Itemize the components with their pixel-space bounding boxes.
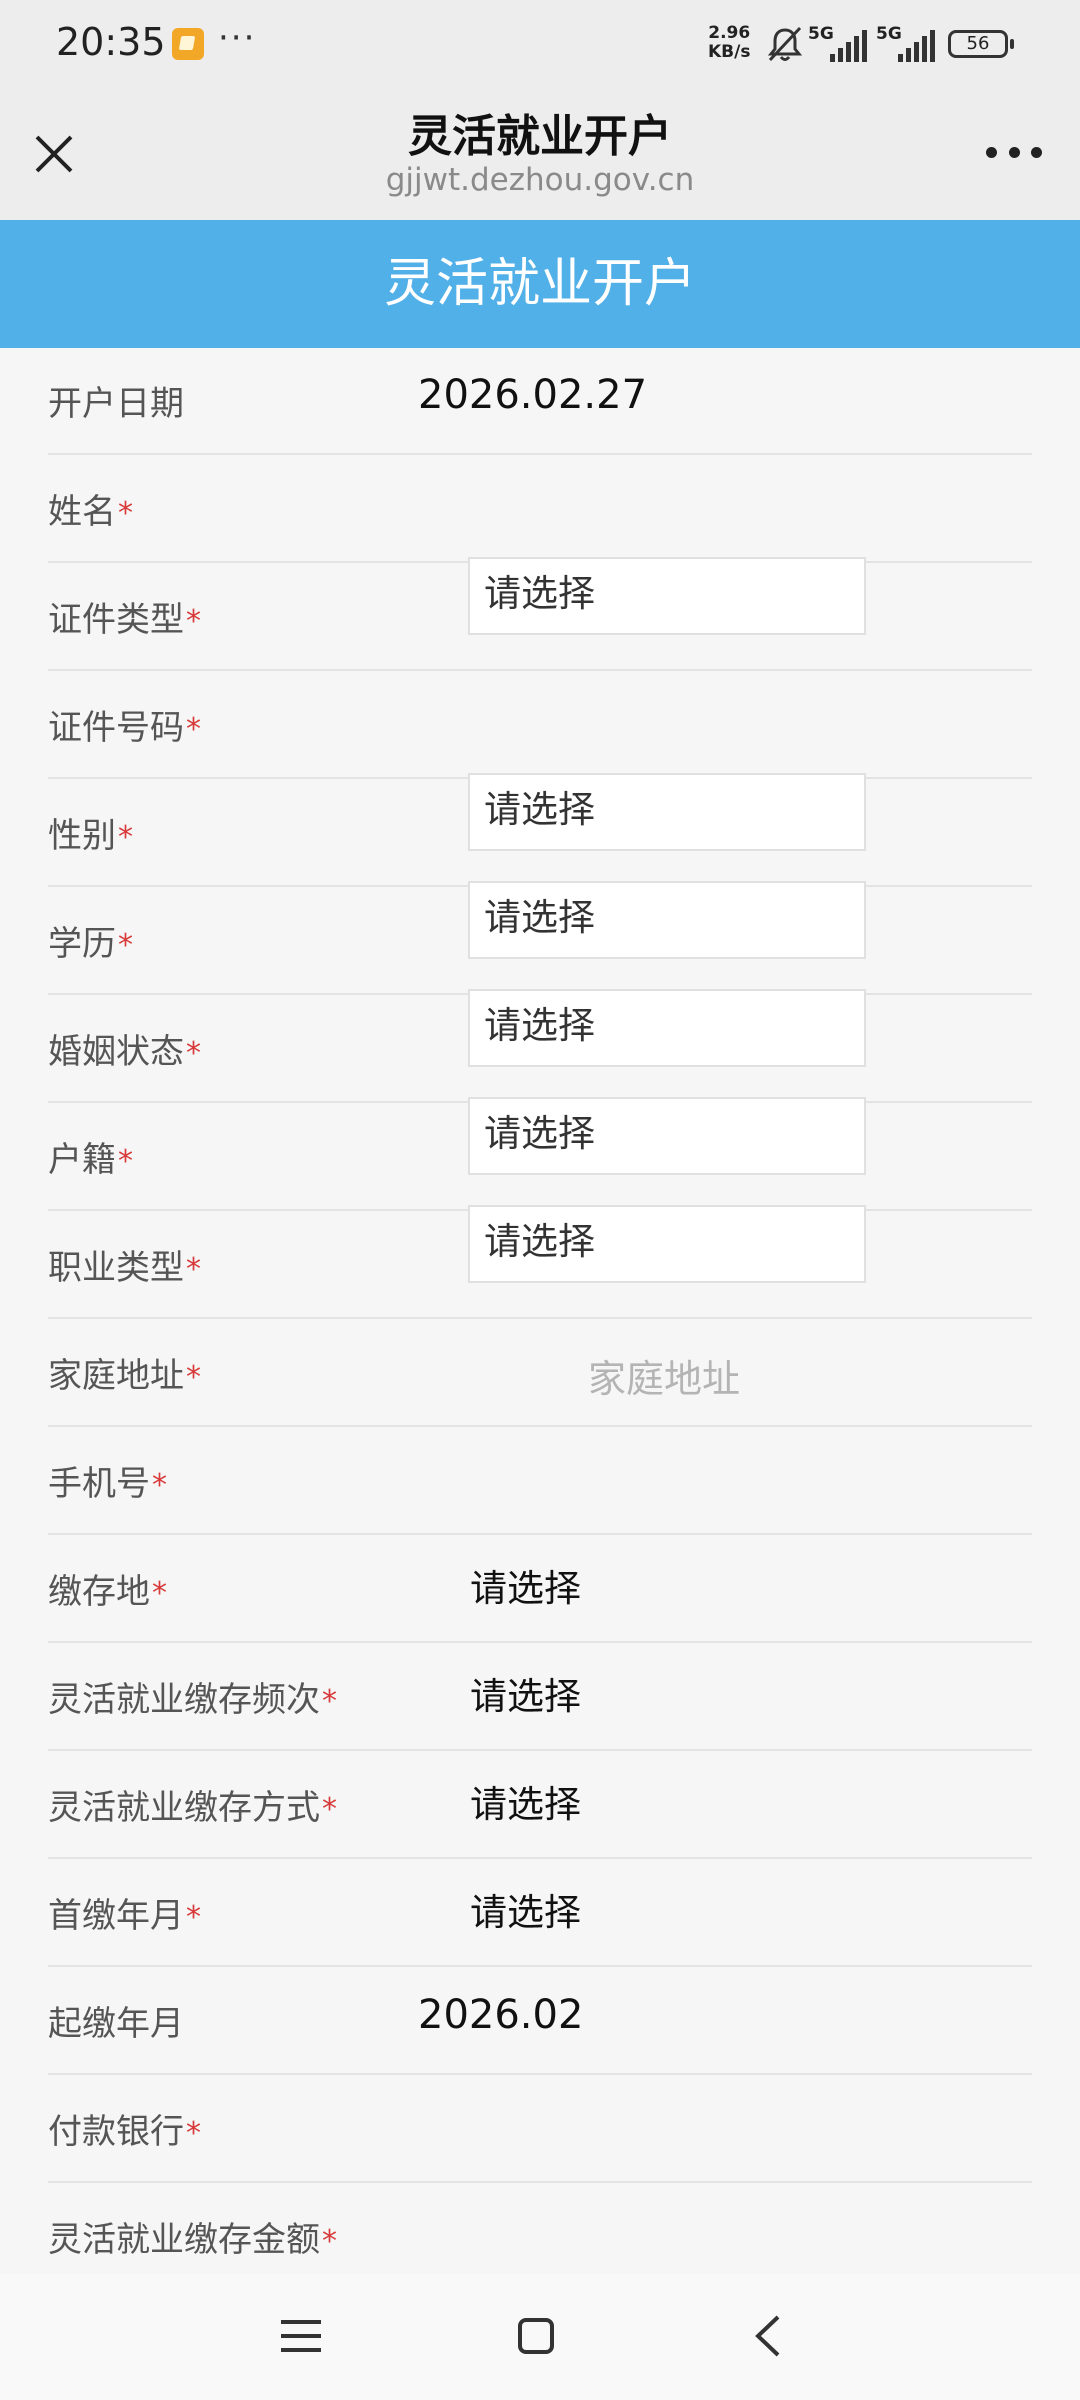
field-id-type: 证件类型* 请选择 bbox=[48, 557, 1032, 671]
notes-app-icon bbox=[172, 28, 204, 60]
field-education: 学历* 请选择 bbox=[48, 881, 1032, 995]
occupation-type-select[interactable]: 请选择 bbox=[468, 1205, 866, 1283]
battery-icon: 56 bbox=[948, 30, 1014, 58]
deposit-frequency-select[interactable]: 请选择 bbox=[470, 1666, 581, 1720]
field-label: 姓名* bbox=[48, 492, 133, 532]
status-bar: 20:35 ··· 2.96 KB/s 5G 5G 56 bbox=[0, 0, 1080, 90]
field-label: 缴存地* bbox=[48, 1572, 167, 1612]
page-title: 灵活就业开户 bbox=[408, 111, 672, 162]
field-payment-bank[interactable]: 付款银行* bbox=[48, 2076, 1032, 2183]
field-label: 婚姻状态* bbox=[48, 1032, 201, 1072]
field-label: 灵活就业缴存方式* bbox=[48, 1788, 337, 1828]
field-marital-status: 婚姻状态* 请选择 bbox=[48, 989, 1032, 1103]
page-banner: 灵活就业开户 bbox=[0, 220, 1080, 348]
field-home-address: 家庭地址* 家庭地址 bbox=[48, 1320, 1032, 1427]
field-name[interactable]: 姓名* bbox=[48, 456, 1032, 563]
gender-select[interactable]: 请选择 bbox=[468, 773, 866, 851]
page-url: gjjwt.dezhou.gov.cn bbox=[385, 162, 695, 198]
start-payment-month-value: 2026.02 bbox=[418, 1992, 584, 2038]
household-select[interactable]: 请选择 bbox=[468, 1097, 866, 1175]
field-label: 证件号码* bbox=[48, 708, 201, 748]
field-start-payment-month: 起缴年月 2026.02 bbox=[48, 1968, 1032, 2075]
field-gender: 性别* 请选择 bbox=[48, 773, 1032, 887]
field-label: 职业类型* bbox=[48, 1248, 201, 1288]
field-deposit-location: 缴存地* 请选择 bbox=[48, 1536, 1032, 1643]
first-payment-month-select[interactable]: 请选择 bbox=[470, 1882, 581, 1936]
field-label: 起缴年月 bbox=[48, 2004, 184, 2044]
field-household: 户籍* 请选择 bbox=[48, 1097, 1032, 1211]
field-label: 家庭地址* bbox=[48, 1356, 201, 1396]
field-label: 证件类型* bbox=[48, 600, 201, 640]
home-icon[interactable] bbox=[518, 2318, 554, 2354]
field-label: 性别* bbox=[48, 816, 133, 856]
deposit-method-select[interactable]: 请选择 bbox=[470, 1774, 581, 1828]
field-label: 开户日期 bbox=[48, 384, 184, 424]
field-deposit-method: 灵活就业缴存方式* 请选择 bbox=[48, 1752, 1032, 1859]
status-time: 20:35 bbox=[56, 20, 166, 64]
id-type-select[interactable]: 请选择 bbox=[468, 557, 866, 635]
network-speed: 2.96 KB/s bbox=[708, 23, 751, 62]
system-nav-bar bbox=[0, 2274, 1080, 2400]
open-date-value: 2026.02.27 bbox=[418, 372, 648, 418]
field-label: 首缴年月* bbox=[48, 1896, 201, 1936]
home-address-input[interactable]: 家庭地址 bbox=[588, 1348, 740, 1403]
recent-apps-icon[interactable] bbox=[281, 2318, 321, 2354]
education-select[interactable]: 请选择 bbox=[468, 881, 866, 959]
back-icon[interactable] bbox=[752, 2314, 782, 2358]
more-notifications-icon: ··· bbox=[218, 18, 257, 58]
field-first-payment-month: 首缴年月* 请选择 bbox=[48, 1860, 1032, 1967]
more-menu-icon[interactable] bbox=[986, 144, 1042, 160]
field-label: 灵活就业缴存频次* bbox=[48, 1680, 337, 1720]
field-label: 付款银行* bbox=[48, 2112, 201, 2152]
browser-header: 灵活就业开户 gjjwt.dezhou.gov.cn bbox=[0, 90, 1080, 220]
field-label: 灵活就业缴存金额* bbox=[48, 2220, 337, 2260]
field-label: 学历* bbox=[48, 924, 133, 964]
field-phone[interactable]: 手机号* bbox=[48, 1428, 1032, 1535]
field-occupation-type: 职业类型* 请选择 bbox=[48, 1205, 1032, 1319]
cell-signal-icon: 5G bbox=[808, 24, 870, 64]
field-label: 户籍* bbox=[48, 1140, 133, 1180]
field-label: 手机号* bbox=[48, 1464, 167, 1504]
deposit-location-select[interactable]: 请选择 bbox=[470, 1558, 581, 1612]
cell-signal-icon-2: 5G bbox=[876, 24, 938, 64]
marital-status-select[interactable]: 请选择 bbox=[468, 989, 866, 1067]
bell-muted-icon bbox=[767, 26, 803, 62]
field-open-date: 开户日期 2026.02.27 bbox=[48, 348, 1032, 455]
field-deposit-frequency: 灵活就业缴存频次* 请选择 bbox=[48, 1644, 1032, 1751]
field-id-number[interactable]: 证件号码* bbox=[48, 672, 1032, 779]
